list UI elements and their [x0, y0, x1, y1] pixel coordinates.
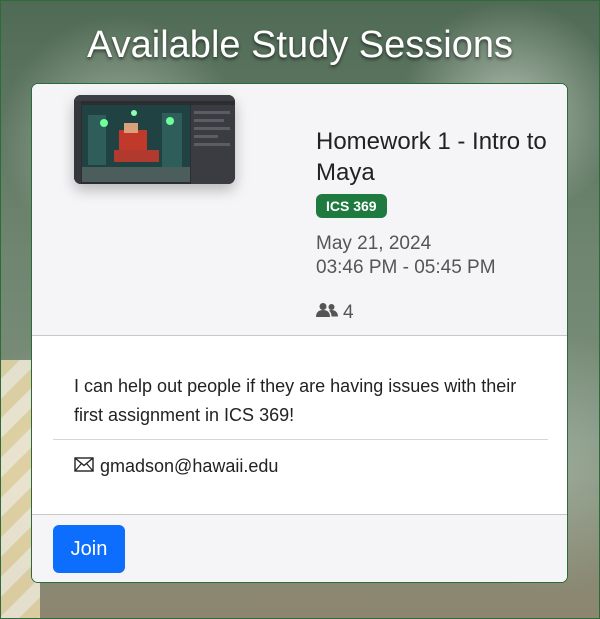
contact-email: gmadson@hawaii.edu — [74, 456, 278, 477]
divider — [53, 439, 548, 440]
attendee-count: 4 — [316, 302, 354, 324]
page-title: Available Study Sessions — [87, 24, 513, 66]
course-badge: ICS 369 — [316, 194, 387, 218]
session-date: May 21, 2024 — [316, 233, 432, 254]
session-title: Homework 1 - Intro to Maya — [316, 128, 547, 186]
join-button[interactable]: Join — [53, 525, 125, 573]
session-card-header: Homework 1 - Intro to Maya ICS 369 May 2… — [32, 84, 567, 336]
session-thumbnail — [74, 95, 235, 184]
session-card-body: I can help out people if they are having… — [32, 336, 567, 515]
envelope-icon — [74, 456, 94, 477]
session-card-footer: Join — [32, 515, 567, 582]
attendee-count-value: 4 — [343, 302, 354, 323]
session-description: I can help out people if they are having… — [74, 376, 517, 425]
people-icon — [316, 302, 338, 324]
session-time: 03:46 PM - 05:45 PM — [316, 257, 496, 278]
session-card: Homework 1 - Intro to Maya ICS 369 May 2… — [31, 83, 568, 583]
contact-email-text: gmadson@hawaii.edu — [100, 456, 279, 476]
